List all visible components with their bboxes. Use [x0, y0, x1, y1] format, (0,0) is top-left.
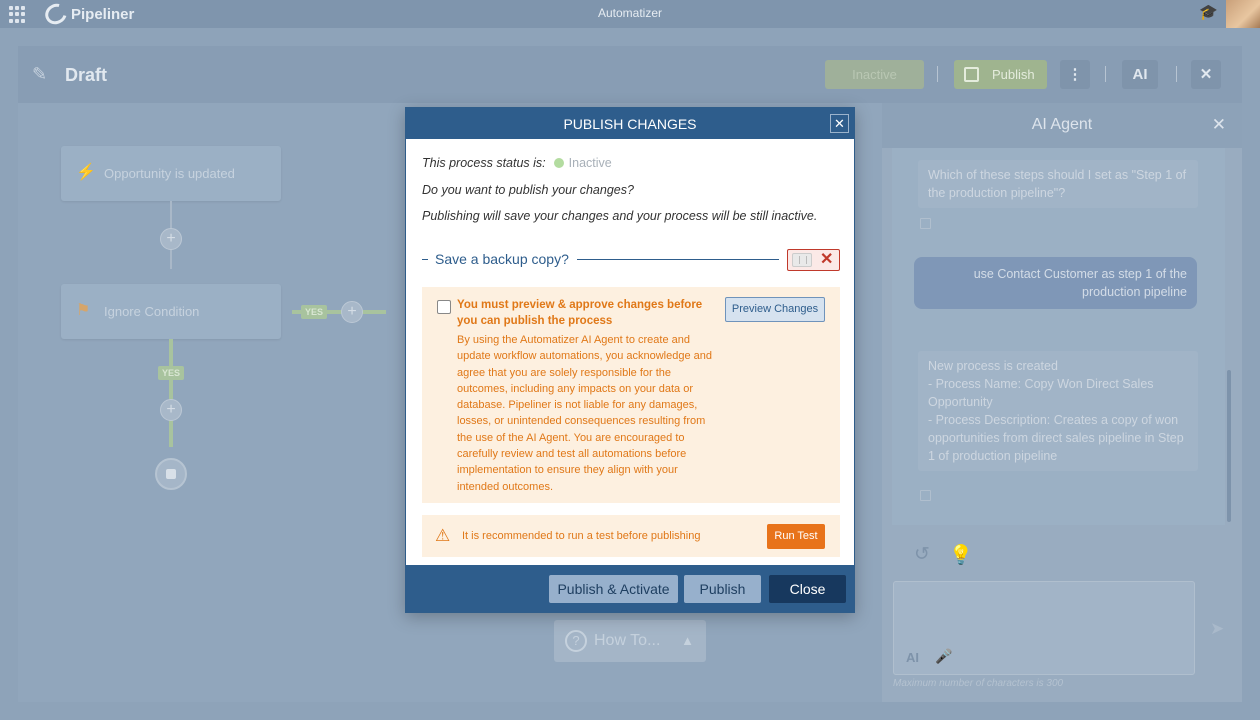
more-options-button[interactable]: ⋮ [1060, 60, 1090, 89]
user-message: use Contact Customer as step 1 of the pr… [914, 257, 1197, 309]
approve-checkbox[interactable] [437, 300, 451, 314]
close-button[interactable]: Close [769, 575, 846, 603]
run-test-button[interactable]: Run Test [767, 524, 825, 549]
bot-message-line: - Process Name: Copy Won Direct Sales Op… [928, 377, 1154, 409]
ai-icon[interactable]: AI [906, 650, 919, 665]
edit-pencil-icon: ✎ [32, 64, 48, 84]
yes-tag: YES [301, 305, 328, 319]
dialog-header: PUBLISH CHANGES ✕ [406, 108, 854, 139]
bot-message-line: - Process Description: Creates a copy of… [928, 413, 1184, 463]
dialog-title: PUBLISH CHANGES [563, 116, 697, 132]
yes-connector-vertical [169, 339, 173, 447]
test-recommendation-text: It is recommended to run a test before p… [462, 530, 701, 542]
publish-top-button[interactable]: Publish [954, 60, 1047, 89]
editor-header: ✎ Draft Inactive Publish ⋮ AI ✕ [18, 46, 1242, 103]
add-step-button[interactable]: + [160, 228, 182, 250]
trigger-node-label: Opportunity is updated [104, 166, 235, 181]
disclaimer-title: You must preview & approve changes befor… [457, 299, 703, 327]
bot-message-line: New process is created [928, 359, 1058, 373]
chat-input[interactable]: AI 🎤 [893, 581, 1195, 675]
toggle-knob [792, 253, 812, 267]
backup-row: Save a backup copy? ✕ [422, 249, 840, 271]
warning-triangle-icon: ⚠ [435, 526, 451, 545]
backup-label: Save a backup copy? [435, 251, 569, 267]
save-disk-icon [964, 67, 979, 82]
ai-disclaimer-box: You must preview & approve changes befor… [422, 287, 840, 503]
status-dot-icon [553, 158, 564, 168]
lightning-icon: ⚡ [76, 164, 96, 181]
condition-node[interactable]: ⚑ Ignore Condition [61, 284, 281, 339]
help-icon: ? [565, 630, 587, 652]
close-icon[interactable]: ✕ [1212, 115, 1226, 135]
microphone-icon[interactable]: 🎤 [935, 648, 952, 665]
howto-label: How To... [594, 632, 661, 649]
publish-question: Do you want to publish your changes? [422, 183, 634, 197]
close-icon[interactable]: ✕ [830, 114, 849, 133]
chevron-up-icon: ▲ [681, 633, 694, 648]
status-prefix: This process status is: [422, 156, 546, 170]
lightbulb-icon[interactable]: 💡 [949, 543, 973, 567]
toggle-off-icon: ✕ [820, 251, 834, 268]
publish-top-label: Publish [992, 67, 1035, 82]
howto-button[interactable]: ? How To... ▲ [554, 620, 706, 662]
history-icon[interactable]: ↺ [914, 543, 930, 566]
bot-message: Which of these steps should I set as "St… [918, 160, 1198, 208]
condition-flag-icon: ⚑ [76, 302, 91, 319]
dialog-body: This process status is: Inactive Do you w… [406, 139, 854, 565]
close-editor-button[interactable]: ✕ [1191, 60, 1221, 89]
publish-changes-dialog: PUBLISH CHANGES ✕ This process status is… [405, 107, 855, 613]
publish-activate-button[interactable]: Publish & Activate [549, 575, 678, 603]
add-step-button[interactable]: + [160, 399, 182, 421]
divider [577, 259, 779, 260]
status-line: This process status is: Inactive [422, 156, 612, 170]
copy-icon[interactable] [920, 218, 931, 229]
bot-message: New process is created - Process Name: C… [918, 351, 1198, 471]
ai-agent-header: AI Agent ✕ [882, 103, 1242, 148]
disclaimer-text: By using the Automatizer AI Agent to cre… [457, 334, 712, 493]
ai-agent-button[interactable]: AI [1122, 60, 1158, 89]
chat-scrollbar[interactable] [1227, 370, 1231, 522]
page-title: Draft [65, 65, 108, 85]
backup-toggle[interactable]: ✕ [787, 249, 840, 271]
copy-icon[interactable] [920, 490, 931, 501]
ai-agent-title: AI Agent [1031, 116, 1093, 133]
yes-tag: YES [158, 366, 185, 380]
avatar[interactable] [1226, 0, 1260, 28]
trigger-node[interactable]: ⚡ Opportunity is updated [61, 146, 281, 201]
inactive-button[interactable]: Inactive [825, 60, 924, 89]
publish-button[interactable]: Publish [684, 575, 761, 603]
test-recommendation-box: ⚠ It is recommended to run a test before… [422, 515, 840, 557]
divider [422, 259, 428, 260]
graduation-cap-icon[interactable]: 🎓 [1199, 5, 1218, 20]
chat-history[interactable]: Which of these steps should I set as "St… [892, 148, 1225, 525]
app-title: Automatizer [597, 6, 663, 20]
end-node-icon [155, 458, 187, 490]
top-bar: Pipeliner Automatizer 🎓 [0, 0, 1260, 29]
publish-note: Publishing will save your changes and yo… [422, 209, 818, 223]
divider [1105, 66, 1106, 82]
add-step-button[interactable]: + [341, 301, 363, 323]
ai-agent-panel: AI Agent ✕ Which of these steps should I… [882, 103, 1242, 702]
send-icon[interactable]: ➤ [1210, 619, 1224, 639]
divider [1176, 66, 1177, 82]
divider [937, 66, 938, 82]
preview-changes-button[interactable]: Preview Changes [725, 297, 825, 322]
status-value: Inactive [568, 156, 612, 170]
dialog-footer: Publish & Activate Publish Close [406, 565, 854, 612]
max-chars-note: Maximum number of characters is 300 [893, 678, 1064, 689]
condition-node-label: Ignore Condition [104, 304, 200, 319]
